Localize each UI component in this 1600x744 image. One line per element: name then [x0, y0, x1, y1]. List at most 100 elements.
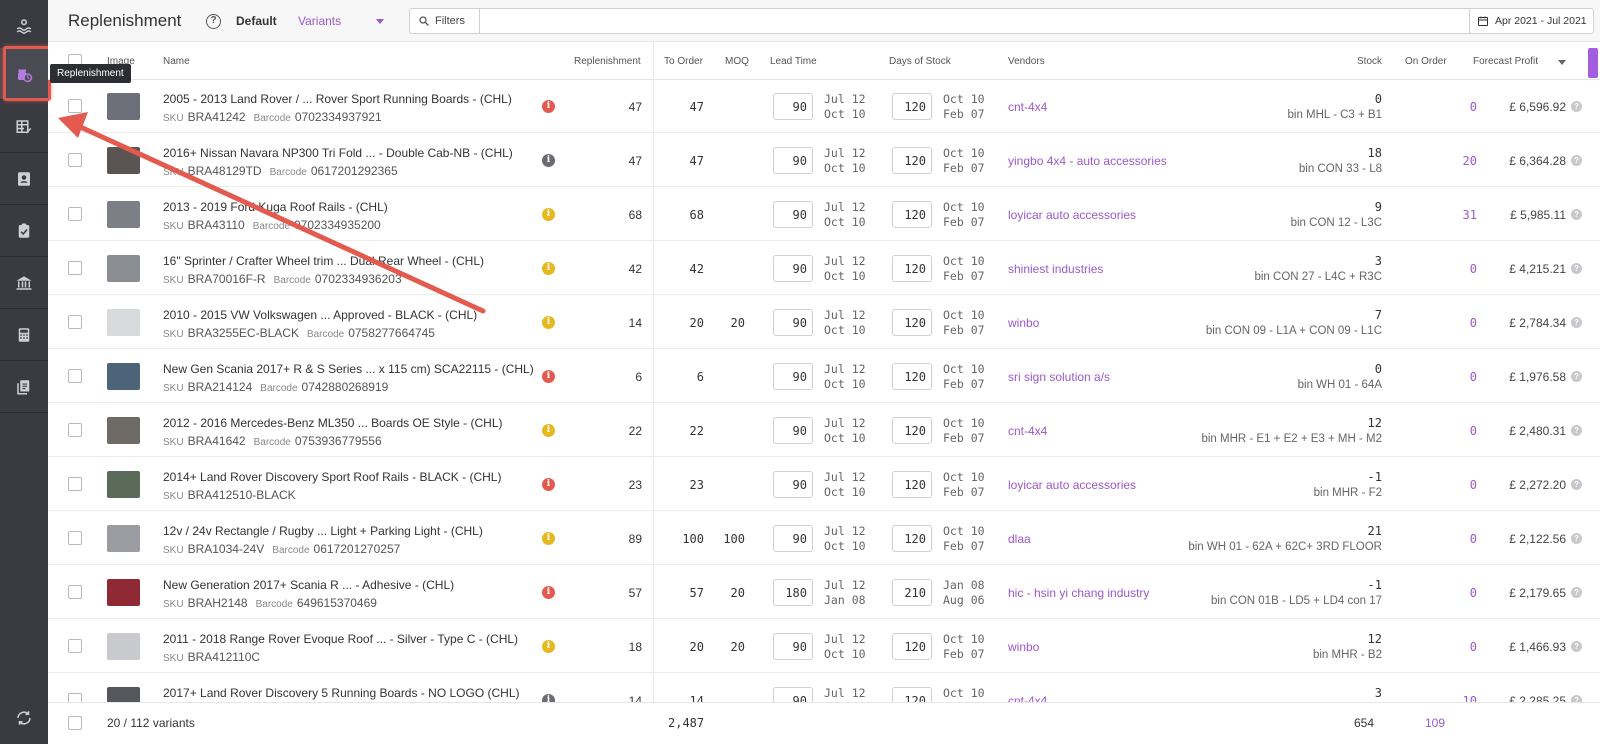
- sort-desc-icon[interactable]: [1558, 60, 1566, 65]
- on-order-link[interactable]: 0: [1470, 370, 1477, 384]
- days-of-stock-input[interactable]: 120: [892, 633, 932, 660]
- help-icon[interactable]: ?: [1571, 263, 1582, 274]
- sidebar-item-calculator[interactable]: [0, 309, 48, 361]
- table-row[interactable]: 2013 - 2019 Ford Kuga Roof Rails - (CHL)…: [48, 188, 1600, 241]
- days-of-stock-input[interactable]: 120: [892, 147, 932, 174]
- on-order-link[interactable]: 0: [1470, 262, 1477, 276]
- vendor-link[interactable]: yingbo 4x4 - auto accessories: [1008, 154, 1167, 168]
- row-checkbox[interactable]: [68, 639, 82, 653]
- days-of-stock-input[interactable]: 120: [892, 525, 932, 552]
- product-name[interactable]: 2011 - 2018 Range Rover Evoque Roof ... …: [163, 632, 518, 646]
- days-of-stock-input[interactable]: 120: [892, 255, 932, 282]
- help-icon[interactable]: ?: [1571, 479, 1582, 490]
- info-icon[interactable]: i: [542, 532, 555, 545]
- filter-search-input[interactable]: [479, 8, 1504, 34]
- sidebar-item-contacts[interactable]: [0, 153, 48, 205]
- vendor-link[interactable]: hic - hsin yi chang industry: [1008, 586, 1149, 600]
- days-of-stock-input[interactable]: 120: [892, 471, 932, 498]
- chevron-down-icon[interactable]: [376, 19, 384, 24]
- info-icon[interactable]: i: [542, 100, 555, 113]
- table-row[interactable]: 2012 - 2016 Mercedes-Benz ML350 ... Boar…: [48, 404, 1600, 457]
- row-checkbox[interactable]: [68, 261, 82, 275]
- table-row[interactable]: 16" Sprinter / Crafter Wheel trim ... Du…: [48, 242, 1600, 295]
- product-name[interactable]: 2014+ Land Rover Discovery Sport Roof Ra…: [163, 470, 501, 484]
- on-order-link[interactable]: 20: [1463, 154, 1477, 168]
- row-checkbox[interactable]: [68, 207, 82, 221]
- days-of-stock-input[interactable]: 120: [892, 201, 932, 228]
- lead-time-input[interactable]: 90: [773, 471, 813, 498]
- info-icon[interactable]: i: [542, 586, 555, 599]
- vendor-link[interactable]: sri sign solution a/s: [1008, 370, 1110, 384]
- sidebar-item-table[interactable]: [0, 101, 48, 153]
- column-settings-tab[interactable]: [1588, 48, 1598, 78]
- product-name[interactable]: 2013 - 2019 Ford Kuga Roof Rails - (CHL): [163, 200, 388, 214]
- product-name[interactable]: 2016+ Nissan Navara NP300 Tri Fold ... -…: [163, 146, 513, 160]
- vendor-link[interactable]: winbo: [1008, 316, 1039, 330]
- product-name[interactable]: 2005 - 2013 Land Rover / ... Rover Sport…: [163, 92, 512, 106]
- vendor-link[interactable]: shiniest industries: [1008, 262, 1103, 276]
- table-row[interactable]: 2016+ Nissan Navara NP300 Tri Fold ... -…: [48, 134, 1600, 187]
- lead-time-input[interactable]: 90: [773, 633, 813, 660]
- column-header-lead-time[interactable]: Lead Time: [770, 56, 817, 67]
- column-header-on-order[interactable]: On Order: [1405, 56, 1447, 67]
- lead-time-input[interactable]: 90: [773, 93, 813, 120]
- days-of-stock-input[interactable]: 120: [892, 309, 932, 336]
- info-icon[interactable]: i: [542, 640, 555, 653]
- product-name[interactable]: 16" Sprinter / Crafter Wheel trim ... Du…: [163, 254, 484, 268]
- table-row[interactable]: 2011 - 2018 Range Rover Evoque Roof ... …: [48, 620, 1600, 673]
- row-checkbox[interactable]: [68, 369, 82, 383]
- help-icon[interactable]: ?: [1571, 641, 1582, 652]
- vendor-link[interactable]: cnt-4x4: [1008, 100, 1047, 114]
- table-row[interactable]: 2014+ Land Rover Discovery Sport Roof Ra…: [48, 458, 1600, 511]
- help-icon[interactable]: ?: [1571, 155, 1582, 166]
- sidebar-item-sync[interactable]: [0, 692, 48, 744]
- on-order-link[interactable]: 0: [1470, 316, 1477, 330]
- sidebar-item-home[interactable]: [0, 0, 48, 52]
- variants-dropdown[interactable]: Variants: [298, 14, 341, 28]
- filters-button[interactable]: Filters: [409, 8, 480, 34]
- product-name[interactable]: New Generation 2017+ Scania R ... - Adhe…: [163, 578, 454, 592]
- column-header-days-of-stock[interactable]: Days of Stock: [889, 56, 951, 67]
- info-icon[interactable]: i: [542, 154, 555, 167]
- column-header-vendors[interactable]: Vendors: [1008, 56, 1045, 67]
- on-order-link[interactable]: 0: [1470, 478, 1477, 492]
- on-order-link[interactable]: 0: [1470, 640, 1477, 654]
- column-header-name[interactable]: Name: [163, 56, 190, 67]
- info-icon[interactable]: i: [542, 208, 555, 221]
- date-range-picker[interactable]: Apr 2021 - Jul 2021: [1469, 8, 1594, 34]
- info-icon[interactable]: i: [542, 262, 555, 275]
- row-checkbox[interactable]: [68, 153, 82, 167]
- info-icon[interactable]: i: [542, 370, 555, 383]
- help-icon[interactable]: ?: [1571, 317, 1582, 328]
- info-icon[interactable]: i: [542, 316, 555, 329]
- view-selector[interactable]: Default: [236, 14, 277, 28]
- sidebar-item-bank[interactable]: [0, 257, 48, 309]
- table-row[interactable]: 2005 - 2013 Land Rover / ... Rover Sport…: [48, 80, 1600, 133]
- on-order-link[interactable]: 0: [1470, 100, 1477, 114]
- help-icon[interactable]: ?: [1571, 371, 1582, 382]
- info-icon[interactable]: i: [542, 478, 555, 491]
- vendor-link[interactable]: cnt-4x4: [1008, 424, 1047, 438]
- lead-time-input[interactable]: 90: [773, 525, 813, 552]
- lead-time-input[interactable]: 90: [773, 255, 813, 282]
- lead-time-input[interactable]: 90: [773, 147, 813, 174]
- table-row[interactable]: 12v / 24v Rectangle / Rugby ... Light + …: [48, 512, 1600, 565]
- product-name[interactable]: 12v / 24v Rectangle / Rugby ... Light + …: [163, 524, 483, 538]
- product-name[interactable]: New Gen Scania 2017+ R & S Series ... x …: [163, 362, 534, 376]
- help-icon[interactable]: ?: [1571, 101, 1582, 112]
- vendor-link[interactable]: loyicar auto accessories: [1008, 478, 1136, 492]
- footer-checkbox[interactable]: [68, 716, 82, 730]
- sidebar-item-tasks[interactable]: [0, 205, 48, 257]
- on-order-link[interactable]: 0: [1470, 424, 1477, 438]
- days-of-stock-input[interactable]: 120: [892, 363, 932, 390]
- product-name[interactable]: 2010 - 2015 VW Volkswagen ... Approved -…: [163, 308, 477, 322]
- lead-time-input[interactable]: 90: [773, 363, 813, 390]
- column-header-to-order[interactable]: To Order: [664, 56, 703, 67]
- product-name[interactable]: 2012 - 2016 Mercedes-Benz ML350 ... Boar…: [163, 416, 503, 430]
- row-checkbox[interactable]: [68, 423, 82, 437]
- column-header-forecast-profit[interactable]: Forecast Profit: [1473, 56, 1538, 67]
- column-header-replenishment[interactable]: Replenishment: [574, 56, 641, 67]
- lead-time-input[interactable]: 90: [773, 417, 813, 444]
- days-of-stock-input[interactable]: 120: [892, 417, 932, 444]
- column-header-moq[interactable]: MOQ: [725, 56, 749, 67]
